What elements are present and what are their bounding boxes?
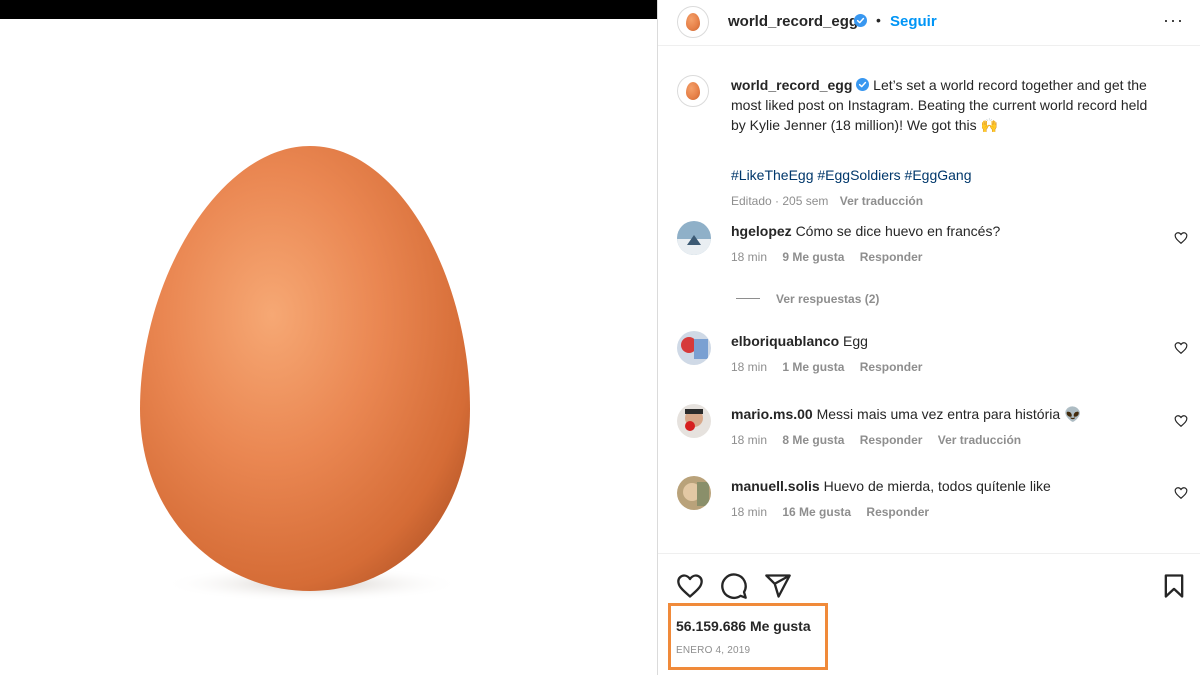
likes-count[interactable]: 56.159.686 Me gusta [676,618,811,634]
share-icon[interactable] [764,572,792,600]
comment-translate-link[interactable]: Ver traducción [938,433,1021,447]
likes-highlight-box: 56.159.686 Me gusta ENERO 4, 2019 [668,603,828,670]
caption-translate-link[interactable]: Ver traducción [840,194,923,208]
comment-item: hgelopez Cómo se dice huevo en francés? … [658,221,1200,281]
comment-text-line: mario.ms.00 Messi mais uma vez entra par… [731,405,1081,423]
egg-image [140,146,470,602]
view-replies-label: Ver respuestas (2) [776,292,880,306]
comment-meta: 18 min 1 Me gusta Responder [731,360,934,374]
comment-time: 18 min [731,360,768,374]
heart-icon[interactable] [1174,341,1188,355]
verified-badge-icon [856,78,870,91]
replies-divider [736,298,760,299]
post-details-panel: world_record_egg • Seguir ··· world_reco… [657,0,1200,675]
comment-likes[interactable]: 1 Me gusta [782,360,844,374]
post-date[interactable]: ENERO 4, 2019 [676,645,750,656]
post-header: world_record_egg • Seguir ··· [658,0,1200,46]
comment-item: manuell.solis Huevo de mierda, todos quí… [658,476,1200,536]
commenter-avatar[interactable] [677,476,711,510]
action-bar [676,572,1186,600]
reply-button[interactable]: Responder [866,505,929,519]
image-top-bar [0,0,657,19]
comment-meta: 18 min 9 Me gusta Responder [731,250,934,264]
caption-username[interactable]: world_record_egg [731,77,852,93]
comment-item: elboriquablanco Egg 18 min 1 Me gusta Re… [658,331,1200,391]
comment-text: Cómo se dice huevo en francés? [795,223,1001,239]
reply-button[interactable]: Responder [860,360,923,374]
caption-meta: Editado · 205 sem Ver traducción [731,194,923,208]
comment-likes[interactable]: 9 Me gusta [782,250,844,264]
heart-icon[interactable] [1174,231,1188,245]
comment-item: mario.ms.00 Messi mais uma vez entra par… [658,404,1200,464]
heart-icon[interactable] [676,572,704,600]
comment-meta: 18 min 16 Me gusta Responder [731,505,941,519]
caption-edited: Editado · 205 sem [731,194,829,208]
profile-avatar[interactable] [677,6,709,38]
comment-username[interactable]: mario.ms.00 [731,406,813,422]
comment-likes[interactable]: 16 Me gusta [782,505,851,519]
comment-text-line: elboriquablanco Egg [731,332,868,350]
commenter-avatar[interactable] [677,404,711,438]
comment-likes[interactable]: 8 Me gusta [782,433,844,447]
comment-username[interactable]: manuell.solis [731,478,820,494]
comment-meta: 18 min 8 Me gusta Responder Ver traducci… [731,433,1033,447]
comment-text: Messi mais uma vez entra para história 👽 [816,406,1082,422]
header-separator: • [876,12,881,28]
commenter-avatar[interactable] [677,221,711,255]
bookmark-icon[interactable] [1160,572,1188,600]
caption-hashtags[interactable]: #LikeTheEgg #EggSoldiers #EggGang [731,167,972,183]
more-options-icon[interactable]: ··· [1163,10,1184,31]
heart-icon[interactable] [1174,486,1188,500]
commenter-avatar[interactable] [677,331,711,365]
verified-badge-icon [854,14,867,27]
comment-username[interactable]: hgelopez [731,223,792,239]
heart-icon[interactable] [1174,414,1188,428]
reply-button[interactable]: Responder [860,433,923,447]
caption-text-block: world_record_egg Let’s set a world recor… [731,75,1151,135]
header-username[interactable]: world_record_egg [728,13,858,30]
post-image-panel [0,0,657,675]
comment-time: 18 min [731,505,768,519]
comment-text: Huevo de mierda, todos quítenle like [823,478,1051,494]
comments-section[interactable]: world_record_egg Let’s set a world recor… [658,56,1200,548]
comment-text: Egg [843,333,868,349]
comment-username[interactable]: elboriquablanco [731,333,839,349]
view-replies-button[interactable]: Ver respuestas (2) [736,292,879,306]
post-footer: 56.159.686 Me gusta ENERO 4, 2019 [658,553,1200,675]
comment-icon[interactable] [720,572,748,600]
caption-avatar[interactable] [677,75,709,107]
egg-shape [140,146,470,591]
follow-button[interactable]: Seguir [890,13,937,30]
comment-text-line: hgelopez Cómo se dice huevo en francés? [731,222,1000,240]
reply-button[interactable]: Responder [860,250,923,264]
comment-time: 18 min [731,433,768,447]
comment-text-line: manuell.solis Huevo de mierda, todos quí… [731,477,1051,495]
comment-time: 18 min [731,250,768,264]
